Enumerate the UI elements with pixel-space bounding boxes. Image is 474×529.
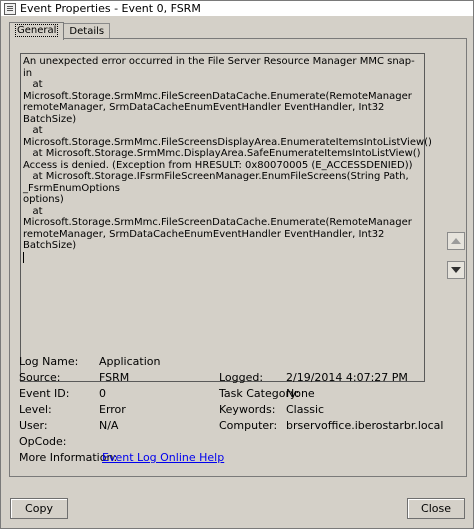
title-bar[interactable]: Event Properties - Event 0, FSRM [1,1,473,17]
logged-value: 2/19/2014 4:07:27 PM [286,371,408,384]
event-id-label: Event ID: [19,387,70,400]
keywords-value: Classic [286,403,325,416]
arrow-up-icon [451,238,461,244]
event-id-value: 0 [99,387,106,400]
keywords-label: Keywords: [219,403,276,416]
text-caret [23,251,24,263]
user-value: N/A [99,419,119,432]
user-label: User: [19,419,48,432]
tab-general-label: General [15,24,59,37]
computer-label: Computer: [219,419,278,432]
general-panel: An unexpected error occurred in the File… [9,38,467,477]
next-event-button[interactable] [447,261,465,279]
log-name-label: Log Name: [19,355,79,368]
task-category-value: None [286,387,315,400]
log-name-value: Application [99,355,161,368]
event-log-online-help-link[interactable]: Event Log Online Help [102,451,224,464]
close-button[interactable]: Close [407,498,465,519]
copy-button[interactable]: Copy [10,498,68,519]
tab-strip: General Details [9,22,111,40]
window-title: Event Properties - Event 0, FSRM [20,2,201,15]
tab-general[interactable]: General [9,22,65,40]
logged-label: Logged: [219,371,264,384]
level-value: Error [99,403,126,416]
event-properties-window: Event Properties - Event 0, FSRM General… [0,0,474,529]
event-viewer-icon [4,2,16,15]
previous-event-button[interactable] [447,232,465,250]
event-description-textbox[interactable]: An unexpected error occurred in the File… [20,53,432,382]
computer-value: brservoffice.iberostarbr.local [286,419,444,432]
source-value: FSRM [99,371,130,384]
tab-details-label: Details [69,26,105,37]
event-description-text: An unexpected error occurred in the File… [23,56,432,251]
source-label: Source: [19,371,61,384]
opcode-label: OpCode: [19,435,67,448]
level-label: Level: [19,403,52,416]
arrow-down-icon [451,267,461,273]
